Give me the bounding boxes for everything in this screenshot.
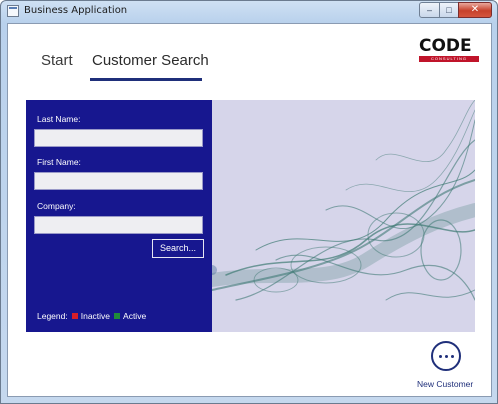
more-icon-dot: [451, 355, 454, 358]
more-icon-dot: [439, 355, 442, 358]
legend-inactive-label: Inactive: [80, 311, 111, 321]
window-title: Business Application: [24, 5, 128, 16]
selected-tab-indicator: [90, 78, 202, 81]
status-legend: Legend: Inactive Active: [37, 311, 146, 321]
minimize-button[interactable]: –: [419, 2, 440, 18]
app-window: Business Application – □ ✕ Start Custome…: [0, 0, 498, 404]
logo-subtitle: CONSULTING: [419, 56, 479, 62]
company-logo: CODE CONSULTING: [419, 38, 479, 62]
new-customer-button[interactable]: [431, 341, 461, 371]
more-icon-dot: [445, 355, 448, 358]
last-name-input[interactable]: [34, 129, 203, 147]
close-button[interactable]: ✕: [458, 2, 492, 18]
app-icon: [7, 5, 19, 17]
last-name-label: Last Name:: [37, 114, 81, 124]
search-form-panel: Last Name: First Name: Company: Search..…: [26, 100, 212, 332]
new-customer-label[interactable]: New Customer: [417, 379, 473, 389]
active-swatch: [114, 313, 121, 319]
tab-start[interactable]: Start: [41, 52, 73, 69]
first-name-input[interactable]: [34, 172, 203, 190]
tab-customer-search[interactable]: Customer Search: [92, 52, 209, 69]
legend-active-label: Active: [123, 311, 147, 321]
title-bar[interactable]: Business Application – □ ✕: [1, 1, 497, 23]
search-banner: Last Name: First Name: Company: Search..…: [26, 100, 475, 332]
company-label: Company:: [37, 201, 76, 211]
inactive-swatch: [71, 313, 78, 319]
client-area: Start Customer Search CODE CONSULTING La…: [7, 23, 492, 397]
company-input[interactable]: [34, 216, 203, 234]
maximize-button[interactable]: □: [439, 2, 459, 18]
legend-title: Legend:: [37, 311, 68, 321]
search-button[interactable]: Search...: [152, 239, 204, 258]
logo-word: CODE: [419, 36, 472, 56]
first-name-label: First Name:: [37, 157, 81, 167]
